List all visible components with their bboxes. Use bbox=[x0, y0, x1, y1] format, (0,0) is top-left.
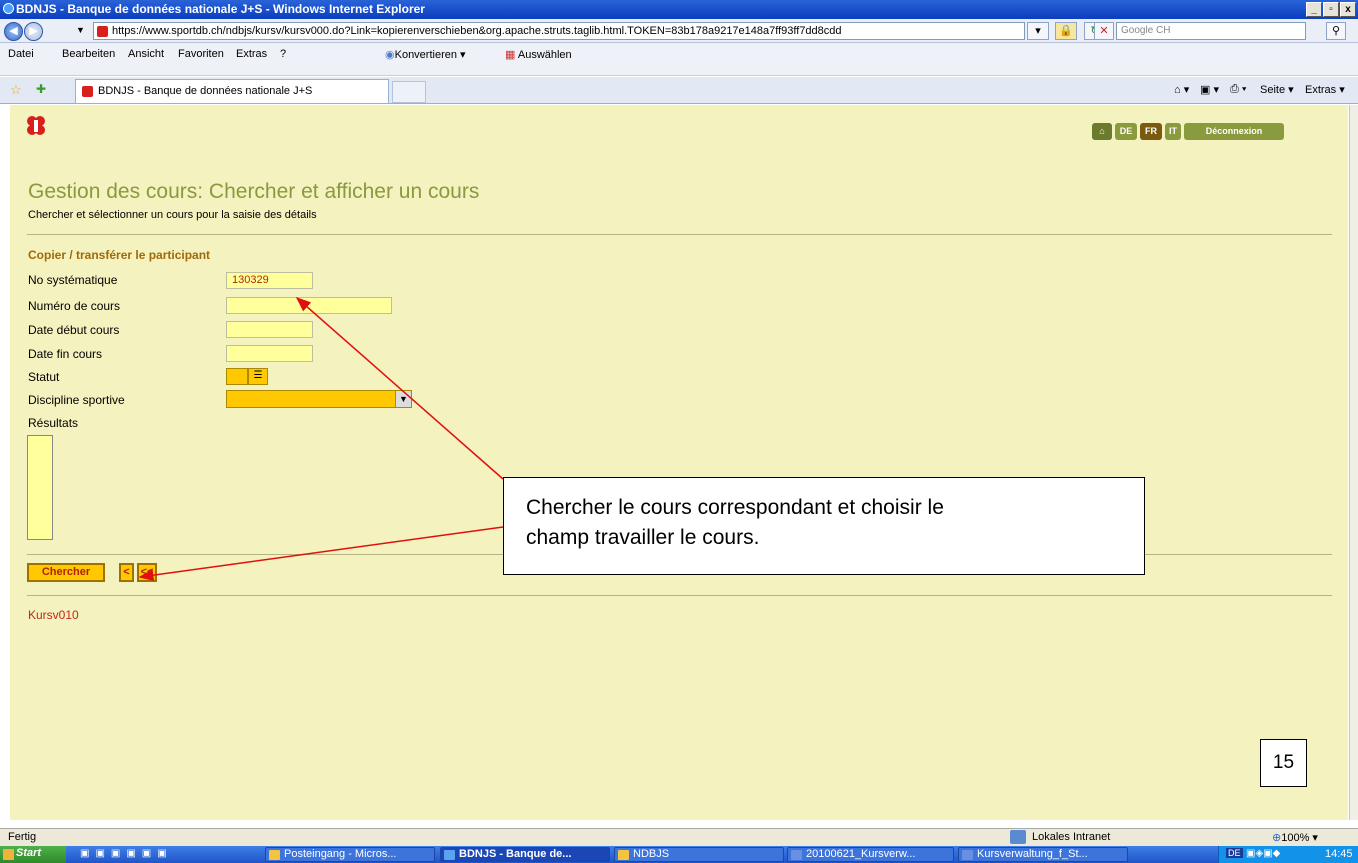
folder-icon bbox=[618, 850, 629, 860]
status-bar: Fertig Lokales Intranet ⊕100% ▾ bbox=[0, 828, 1358, 846]
word-icon bbox=[791, 850, 802, 860]
zoom-level: 100% bbox=[1281, 832, 1310, 844]
taskbar-item-word-1[interactable]: 20100621_Kursverw... bbox=[787, 847, 954, 862]
intranet-icon bbox=[1010, 830, 1026, 844]
taskbar-item-outlook[interactable]: Posteingang - Micros... bbox=[265, 847, 435, 862]
tray-icons[interactable]: ▣◈▣◆ bbox=[1246, 848, 1280, 859]
zone-text: Lokales Intranet bbox=[1032, 831, 1111, 843]
annotation-arrows bbox=[138, 297, 504, 582]
language-indicator[interactable]: DE bbox=[1226, 848, 1243, 858]
taskbar-item-bdnjs[interactable]: BDNJS - Banque de... bbox=[440, 847, 610, 862]
word-icon bbox=[962, 850, 973, 860]
callout-line-1: Chercher le cours correspondant et chois… bbox=[526, 496, 944, 519]
taskbar-item-word-2[interactable]: Kursverwaltung_f_St... bbox=[958, 847, 1128, 862]
taskbar-label: 20100621_Kursverw... bbox=[806, 848, 916, 860]
arrow-to-button bbox=[138, 526, 504, 582]
status-text: Fertig bbox=[8, 831, 37, 843]
callout-line-2: champ travailler le cours. bbox=[526, 526, 760, 549]
zoom-icon: ⊕ bbox=[1272, 832, 1282, 844]
taskbar-label: Kursverwaltung_f_St... bbox=[977, 848, 1088, 860]
scrollbar[interactable] bbox=[1349, 105, 1358, 820]
windows-flag-icon bbox=[3, 849, 14, 860]
quick-launch-icons[interactable]: ▣▣▣▣▣▣ bbox=[80, 848, 173, 859]
ie-icon bbox=[444, 850, 455, 860]
arrow-to-field bbox=[295, 297, 504, 480]
taskbar: Start ▣▣▣▣▣▣ Posteingang - Micros... BDN… bbox=[0, 846, 1358, 863]
outlook-icon bbox=[269, 850, 280, 860]
clock: 14:45 bbox=[1325, 848, 1353, 860]
taskbar-item-ndbjs[interactable]: NDBJS bbox=[614, 847, 784, 862]
zoom-control[interactable]: ⊕100% ▾ bbox=[1272, 831, 1318, 844]
taskbar-label: BDNJS - Banque de... bbox=[459, 848, 572, 860]
page-number: 15 bbox=[1260, 739, 1307, 787]
start-label: Start bbox=[16, 847, 42, 859]
annotation-callout: Chercher le cours correspondant et chois… bbox=[503, 477, 1145, 575]
taskbar-label: Posteingang - Micros... bbox=[284, 848, 397, 860]
taskbar-label: NDBJS bbox=[633, 848, 670, 860]
